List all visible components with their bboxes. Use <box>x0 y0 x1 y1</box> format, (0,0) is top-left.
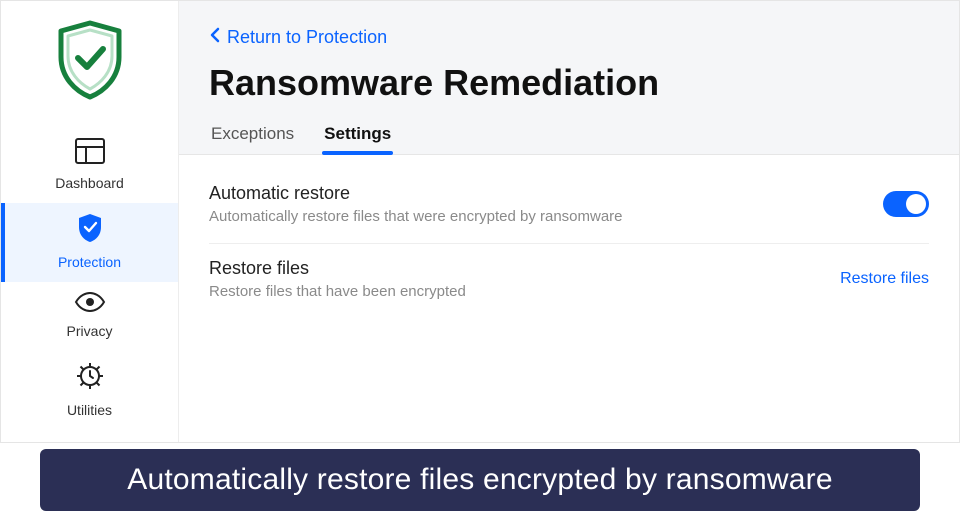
tab-exceptions[interactable]: Exceptions <box>209 118 296 154</box>
tabs: Exceptions Settings <box>209 118 929 154</box>
app-logo-shield <box>53 19 127 106</box>
toggle-knob <box>906 194 926 214</box>
caption-bar: Automatically restore files encrypted by… <box>40 449 920 511</box>
sidebar-item-label: Protection <box>58 254 121 270</box>
tab-settings[interactable]: Settings <box>322 118 393 154</box>
sidebar-item-utilities[interactable]: Utilities <box>1 351 178 430</box>
sidebar-item-label: Utilities <box>67 402 112 418</box>
back-to-protection-link[interactable]: Return to Protection <box>209 27 929 48</box>
chevron-left-icon <box>209 27 221 48</box>
setting-restore-files: Restore files Restore files that have be… <box>209 244 929 318</box>
setting-title: Restore files <box>209 258 820 279</box>
setting-automatic-restore: Automatic restore Automatically restore … <box>209 173 929 244</box>
setting-desc: Automatically restore files that were en… <box>209 208 883 225</box>
restore-files-link[interactable]: Restore files <box>820 270 929 288</box>
automatic-restore-toggle[interactable] <box>883 191 929 217</box>
back-link-label: Return to Protection <box>227 27 387 48</box>
sidebar-item-label: Dashboard <box>55 175 124 191</box>
shield-icon <box>77 213 103 248</box>
settings-content: Automatic restore Automatically restore … <box>179 155 959 336</box>
app-window: Dashboard Protection Privacy <box>0 0 960 443</box>
eye-icon <box>74 292 106 317</box>
gear-icon <box>75 361 105 396</box>
sidebar-item-protection[interactable]: Protection <box>1 203 178 282</box>
main-panel: Return to Protection Ransomware Remediat… <box>179 1 959 442</box>
header: Return to Protection Ransomware Remediat… <box>179 1 959 155</box>
page-title: Ransomware Remediation <box>209 62 929 104</box>
setting-title: Automatic restore <box>209 183 883 204</box>
sidebar-item-label: Privacy <box>67 323 113 339</box>
setting-desc: Restore files that have been encrypted <box>209 283 820 300</box>
dashboard-icon <box>75 138 105 169</box>
sidebar: Dashboard Protection Privacy <box>1 1 179 442</box>
sidebar-item-dashboard[interactable]: Dashboard <box>1 128 178 203</box>
sidebar-item-privacy[interactable]: Privacy <box>1 282 178 351</box>
